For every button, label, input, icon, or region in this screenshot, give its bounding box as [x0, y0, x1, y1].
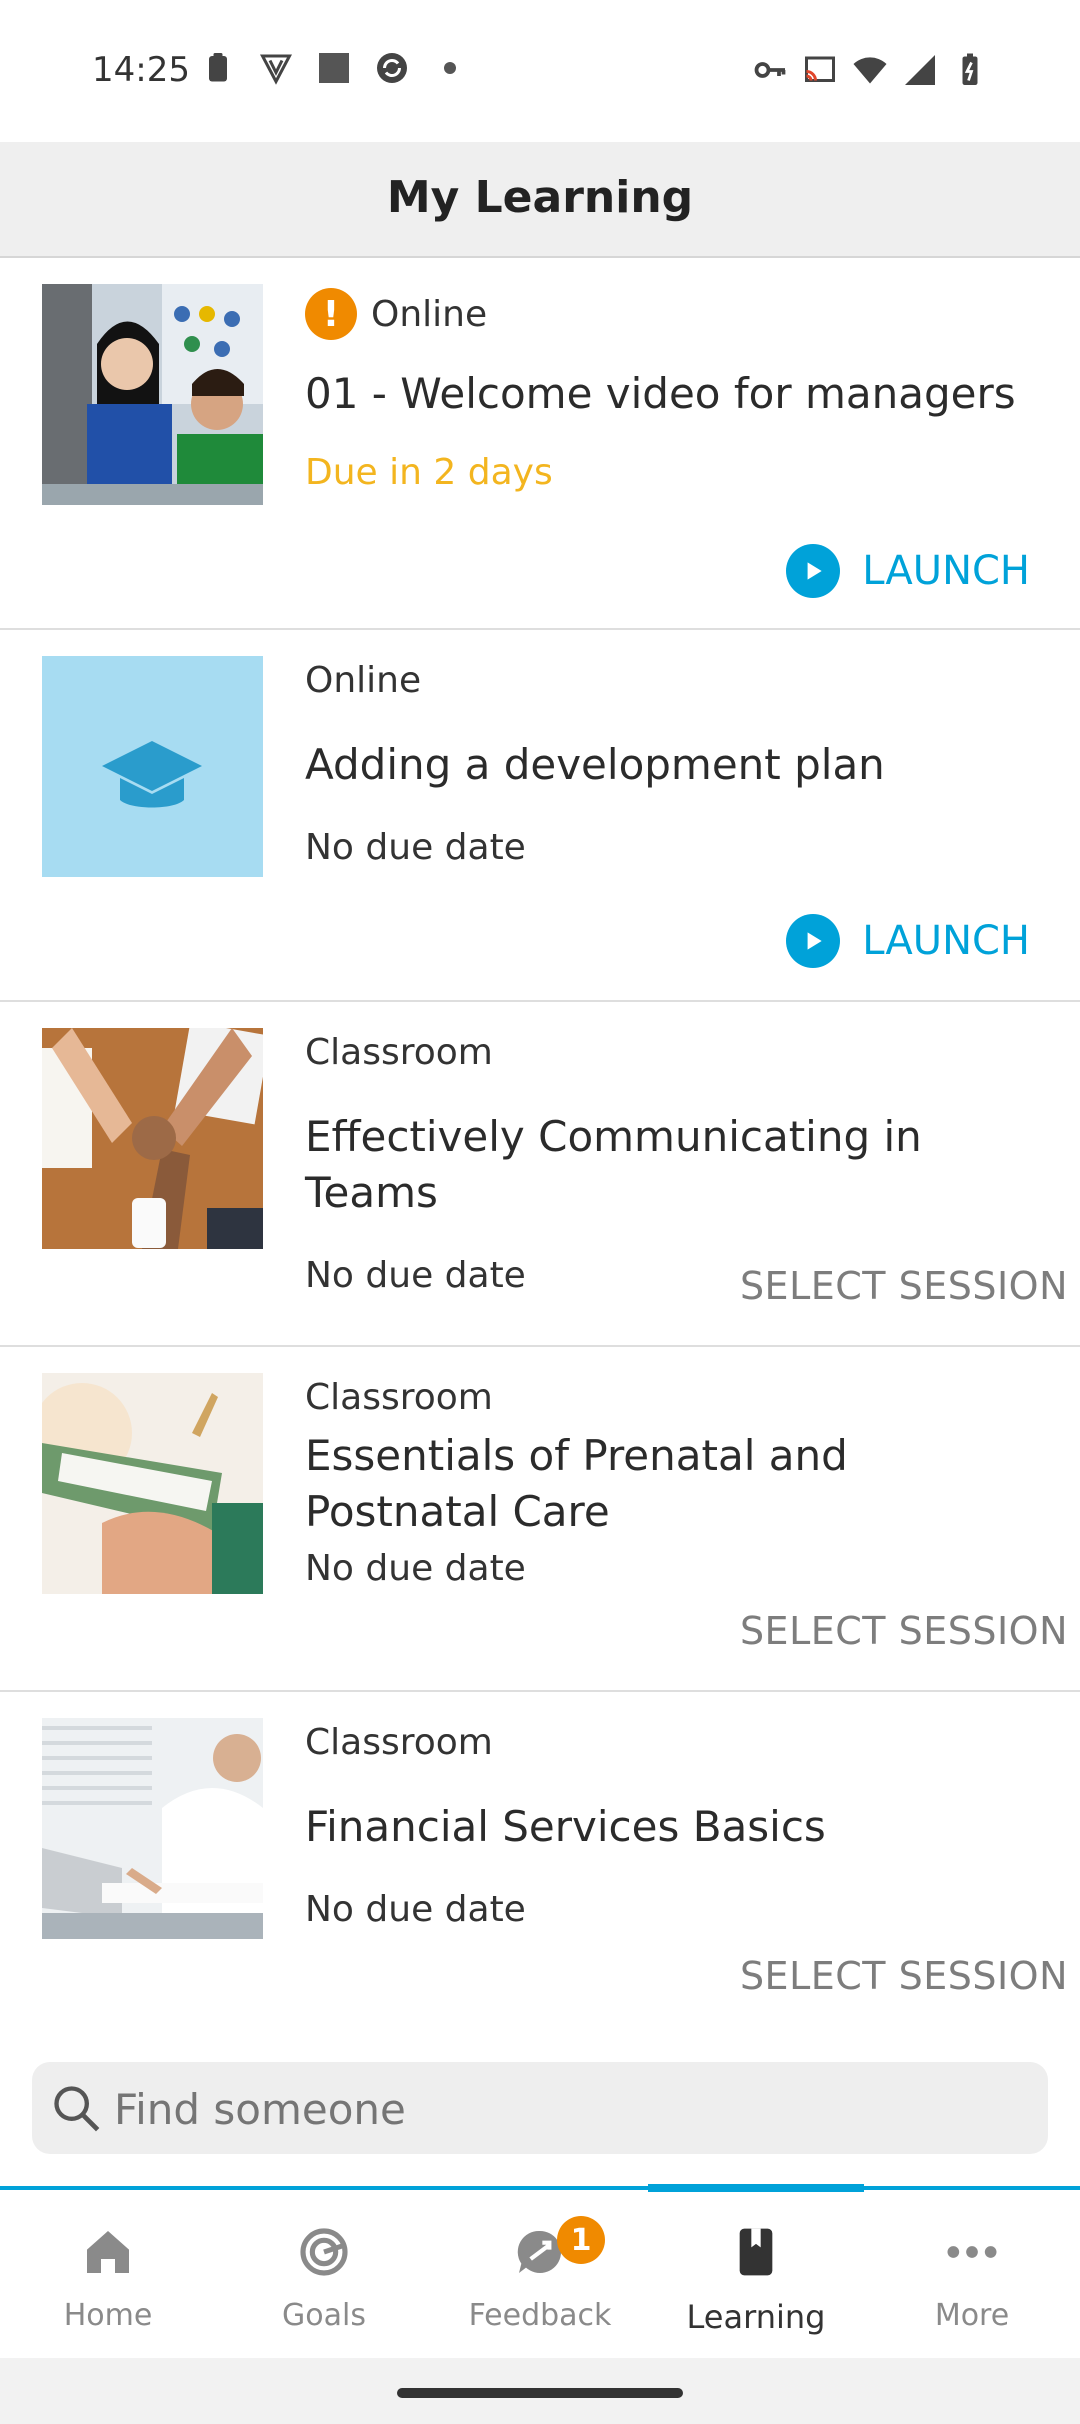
photo-man-writing — [42, 1718, 263, 1939]
item-type-row: Classroom — [305, 1722, 1050, 1763]
nav-label: Feedback — [468, 2298, 612, 2333]
nav-label: Goals — [282, 2298, 366, 2333]
course-thumbnail — [42, 284, 263, 505]
learning-item[interactable]: Online Adding a development plan No due … — [0, 630, 1080, 1002]
notification-badge: 1 — [557, 2216, 605, 2264]
launch-button[interactable]: LAUNCH — [786, 914, 1030, 968]
status-left-icons — [200, 50, 468, 86]
play-icon — [786, 914, 841, 968]
nav-home[interactable]: Home — [0, 2190, 216, 2358]
item-title[interactable]: Adding a development plan — [305, 737, 1050, 793]
graduation-cap-icon — [102, 741, 202, 808]
learning-item[interactable]: ! Online 01 - Welcome video for managers… — [0, 258, 1080, 630]
due-date: Due in 2 days — [305, 452, 553, 493]
launch-button[interactable]: LAUNCH — [786, 544, 1030, 598]
item-type-row: Classroom — [305, 1377, 1050, 1418]
play-icon — [786, 544, 841, 598]
course-thumbnail — [42, 1718, 263, 1939]
more-dots-icon — [947, 2246, 997, 2258]
status-bar: 14:25 — [0, 0, 1080, 142]
signal-icon — [905, 55, 935, 85]
select-session-button[interactable]: SELECT SESSION — [740, 1609, 1068, 1653]
select-session-button[interactable]: SELECT SESSION — [740, 1954, 1068, 1998]
photo-clipboard — [42, 1373, 263, 1594]
nav-more[interactable]: More — [864, 2190, 1080, 2358]
app-header: My Learning — [0, 142, 1080, 258]
item-type-row: Classroom — [305, 1032, 1050, 1073]
launch-label: LAUNCH — [862, 918, 1030, 964]
item-meta: Classroom Effectively Communicating in T… — [305, 1032, 1050, 1296]
item-type: Online — [371, 293, 488, 335]
photo-people-smiling — [42, 284, 263, 505]
nav-learning[interactable]: Learning — [648, 2184, 864, 2358]
target-icon — [300, 2228, 348, 2276]
course-thumbnail — [42, 656, 263, 877]
sync-icon — [377, 53, 407, 83]
item-type: Classroom — [305, 1032, 493, 1073]
warning-icon: ! — [305, 288, 357, 340]
cast-icon — [805, 56, 835, 82]
item-title[interactable]: Financial Services Basics — [305, 1799, 1050, 1855]
learning-item[interactable]: Classroom Financial Services Basics No d… — [0, 1692, 1080, 2035]
search-icon — [54, 2086, 100, 2132]
wifi-icon — [853, 57, 887, 84]
search-bar[interactable] — [32, 2062, 1048, 2156]
due-date: No due date — [305, 1548, 526, 1589]
due-date: No due date — [305, 1889, 526, 1930]
item-type: Classroom — [305, 1377, 493, 1418]
battery-charging-icon — [962, 53, 978, 85]
item-type-row: ! Online — [305, 288, 1050, 340]
square-icon — [319, 53, 349, 83]
status-time: 14:25 — [92, 50, 190, 90]
status-right-icons — [752, 52, 988, 88]
nav-label: Home — [63, 2298, 153, 2333]
item-meta: Classroom Essentials of Prenatal and Pos… — [305, 1377, 1050, 1589]
nav-goals[interactable]: Goals — [216, 2190, 432, 2358]
nav-feedback[interactable]: 1 Feedback — [432, 2190, 648, 2358]
nav-label: More — [934, 2298, 1010, 2333]
photo-fist-bump — [42, 1028, 263, 1249]
bottom-nav: Home Goals 1 Feedback Learning More — [0, 2184, 1080, 2358]
due-date: No due date — [305, 827, 526, 868]
clipboard-icon — [209, 53, 227, 82]
item-type: Online — [305, 660, 422, 701]
page-title: My Learning — [386, 172, 694, 223]
launch-label: LAUNCH — [862, 548, 1030, 594]
course-thumbnail — [42, 1373, 263, 1594]
item-type: Classroom — [305, 1722, 493, 1763]
item-meta: Online Adding a development plan No due … — [305, 660, 1050, 868]
learning-item[interactable]: Classroom Effectively Communicating in T… — [0, 1002, 1080, 1347]
item-type-row: Online — [305, 660, 1050, 701]
item-title[interactable]: Effectively Communicating in Teams — [305, 1109, 1050, 1221]
search-input[interactable] — [112, 2062, 1016, 2156]
item-meta: ! Online 01 - Welcome video for managers… — [305, 288, 1050, 493]
select-session-button[interactable]: SELECT SESSION — [740, 1264, 1068, 1308]
item-title[interactable]: Essentials of Prenatal and Postnatal Car… — [305, 1428, 1050, 1540]
item-meta: Classroom Financial Services Basics No d… — [305, 1722, 1050, 1930]
course-thumbnail — [42, 1028, 263, 1249]
learning-item[interactable]: Classroom Essentials of Prenatal and Pos… — [0, 1347, 1080, 1692]
book-icon — [739, 2228, 773, 2276]
home-icon — [87, 2231, 129, 2273]
nav-label: Learning — [686, 2298, 826, 2336]
learning-list: ! Online 01 - Welcome video for managers… — [0, 258, 1080, 2035]
key-icon — [754, 62, 786, 78]
shield-v-icon — [260, 54, 292, 85]
dot-icon — [444, 62, 456, 74]
item-title[interactable]: 01 - Welcome video for managers — [305, 366, 1050, 422]
home-gesture-bar[interactable] — [397, 2388, 683, 2398]
